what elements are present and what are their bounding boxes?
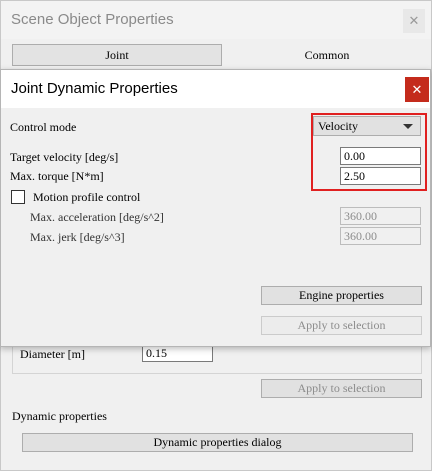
target-velocity-input[interactable]: 0.00 xyxy=(340,147,421,165)
max-jerk-input[interactable]: 360.00 xyxy=(340,227,421,245)
apply-to-selection-button[interactable]: Apply to selection xyxy=(261,379,422,398)
joint-dynamic-properties-dialog: Joint Dynamic Properties ✕ Control mode … xyxy=(0,69,431,347)
diameter-label: Diameter [m] xyxy=(20,347,85,361)
tab-joint[interactable]: Joint xyxy=(12,44,222,66)
title-bar: Scene Object Properties ✕ xyxy=(1,1,431,39)
control-mode-select[interactable]: Velocity xyxy=(313,116,421,136)
dialog-close-button[interactable]: ✕ xyxy=(405,77,429,102)
close-icon: ✕ xyxy=(411,81,423,97)
dynamic-properties-dialog-button[interactable]: Dynamic properties dialog xyxy=(22,433,413,452)
max-torque-label: Max. torque [N*m] xyxy=(10,169,104,183)
window-title: Scene Object Properties xyxy=(11,11,174,28)
control-mode-value: Velocity xyxy=(318,119,358,133)
motion-profile-checkbox[interactable] xyxy=(11,190,25,204)
chevron-down-icon xyxy=(403,124,413,129)
dynamic-properties-label: Dynamic properties xyxy=(12,409,107,423)
max-acceleration-label: Max. acceleration [deg/s^2] xyxy=(30,210,164,224)
max-jerk-label: Max. jerk [deg/s^3] xyxy=(30,230,125,244)
dialog-title-bar: Joint Dynamic Properties ✕ xyxy=(1,70,430,108)
max-acceleration-input[interactable]: 360.00 xyxy=(340,207,421,225)
apply-to-selection-button[interactable]: Apply to selection xyxy=(261,316,422,335)
motion-profile-label: Motion profile control xyxy=(33,190,141,204)
control-mode-label: Control mode xyxy=(10,120,77,134)
engine-properties-button[interactable]: Engine properties xyxy=(261,286,422,305)
close-button[interactable]: ✕ xyxy=(403,9,425,33)
max-torque-input[interactable]: 2.50 xyxy=(340,167,421,185)
dialog-title: Joint Dynamic Properties xyxy=(11,80,178,97)
close-icon: ✕ xyxy=(408,13,420,28)
tab-common[interactable]: Common xyxy=(227,44,427,66)
target-velocity-label: Target velocity [deg/s] xyxy=(10,150,119,164)
